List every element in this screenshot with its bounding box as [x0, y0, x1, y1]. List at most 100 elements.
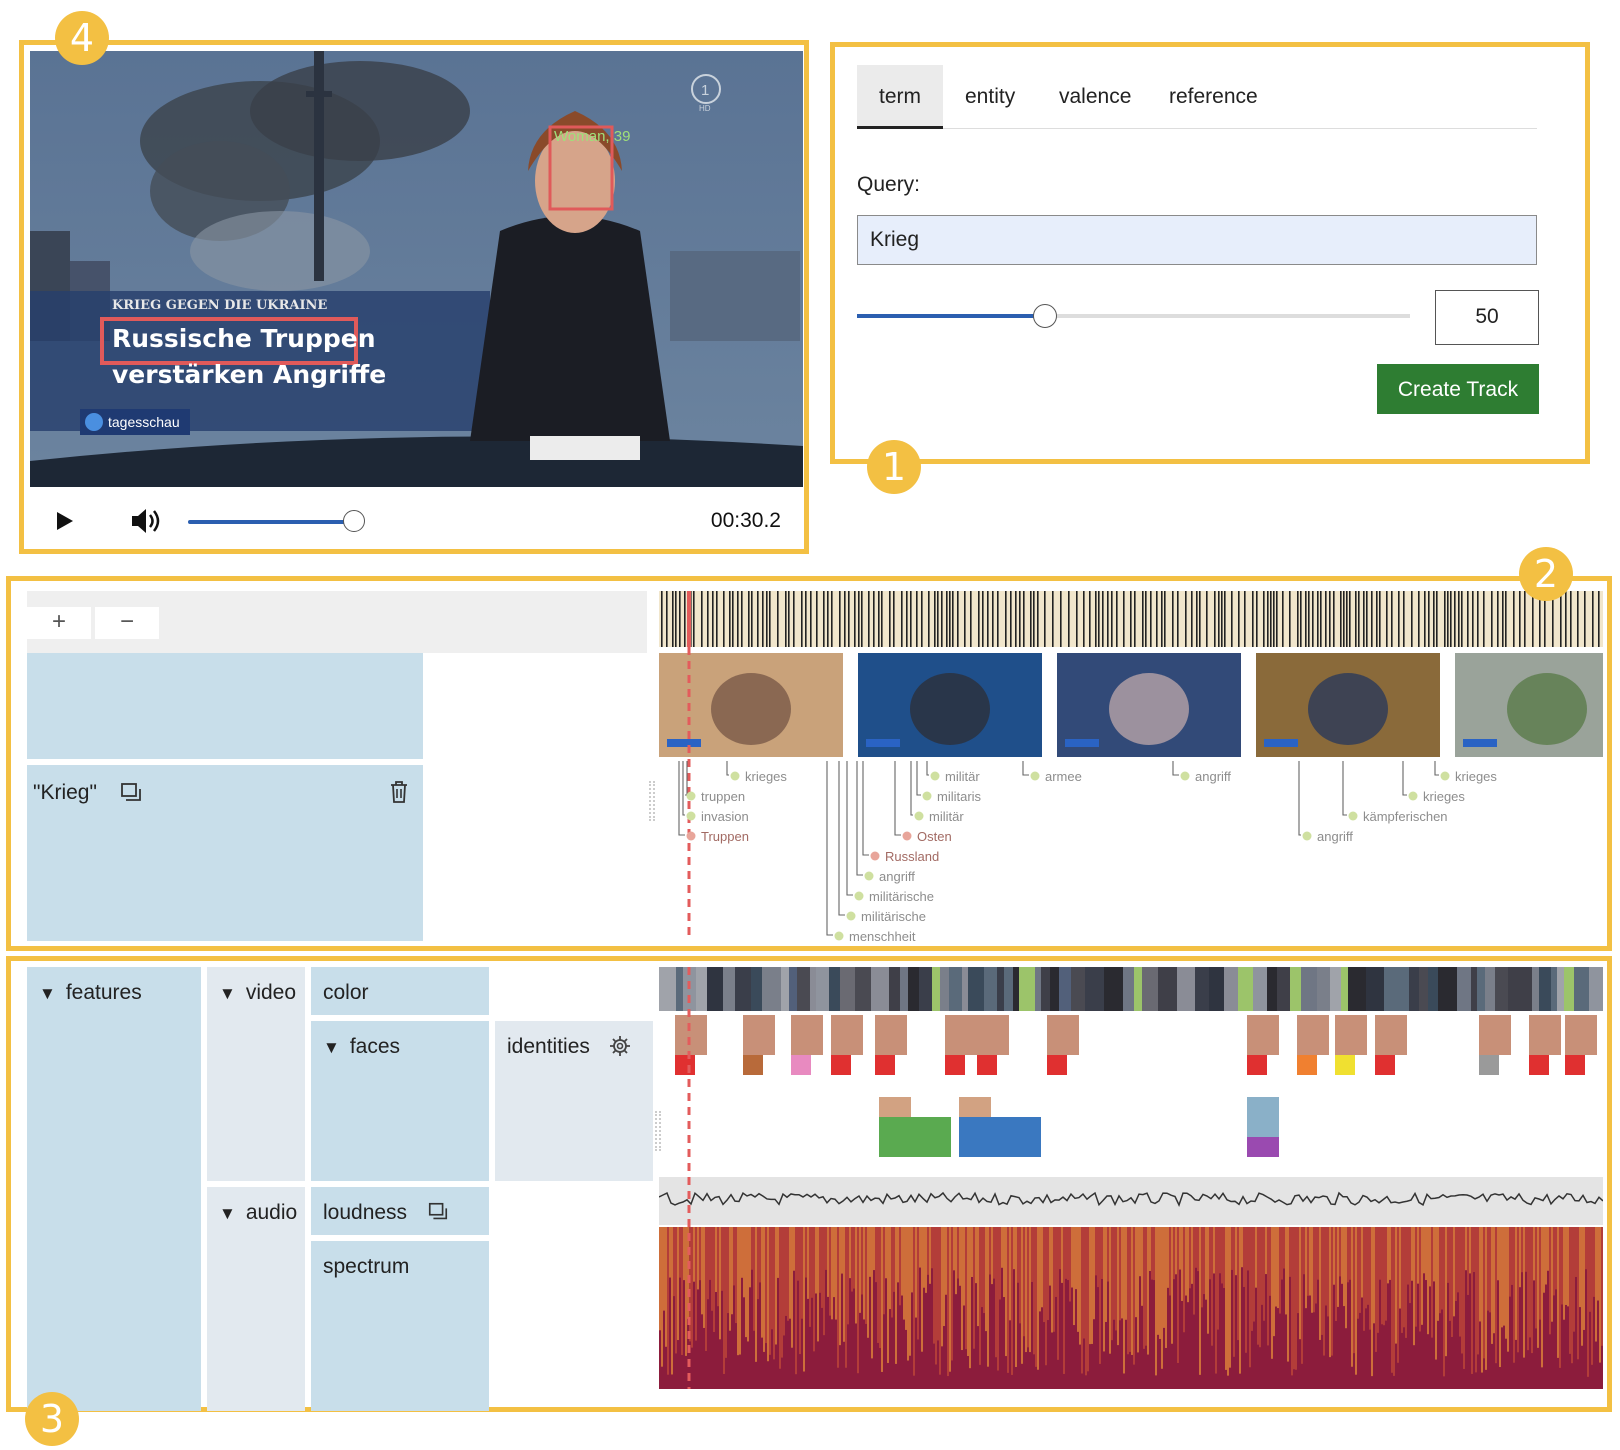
shot-boundary — [901, 591, 903, 647]
spectrum-column — [857, 1227, 859, 1374]
copy-icon[interactable] — [119, 781, 143, 805]
tab-entity[interactable]: entity — [943, 65, 1037, 129]
color-stripe — [1085, 967, 1105, 1011]
shot-boundary — [1224, 591, 1226, 647]
zoom-out-button[interactable]: − — [95, 607, 159, 639]
spectrum-column — [1355, 1227, 1357, 1375]
spectrum-column — [1439, 1227, 1441, 1314]
shot-boundary — [1068, 591, 1070, 647]
spectrum-column — [1011, 1227, 1013, 1375]
video-frame[interactable]: Woman, 39 KRIEG GEGEN DIE UKRAINE Russis… — [30, 51, 803, 487]
spectrum-column — [1209, 1227, 1211, 1280]
spectrum-column — [1205, 1227, 1207, 1300]
spectrum-column — [967, 1227, 969, 1356]
timeline-tracks[interactable]: kriegestruppeninvasionTruppenmilitärmili… — [659, 591, 1603, 941]
shot-boundary — [1130, 591, 1132, 647]
trash-icon[interactable] — [387, 779, 411, 805]
spectrum-column — [1321, 1227, 1323, 1335]
term-dot — [922, 791, 932, 801]
seek-bar-progress[interactable] — [188, 520, 350, 524]
spectrum-column — [1431, 1227, 1433, 1338]
volume-icon[interactable] — [128, 505, 164, 537]
shot-boundary — [1584, 591, 1586, 647]
spectrum-column — [1055, 1227, 1057, 1297]
spectrum-column — [1485, 1227, 1487, 1370]
term-connector — [926, 761, 929, 776]
spectrum-column — [1519, 1227, 1521, 1288]
term-connector — [1172, 761, 1179, 776]
gear-icon[interactable] — [609, 1035, 631, 1057]
seek-bar-knob[interactable] — [343, 510, 365, 532]
spectrum-column — [735, 1227, 737, 1324]
shot-boundary — [1325, 591, 1327, 647]
play-icon[interactable] — [50, 507, 78, 535]
color-track-header[interactable]: color — [311, 967, 489, 1015]
triangle-down-icon[interactable]: ▼ — [219, 984, 236, 1003]
query-input[interactable] — [857, 215, 1537, 265]
tab-valence[interactable]: valence — [1037, 65, 1153, 129]
spectrum-column — [663, 1227, 665, 1311]
triangle-down-icon[interactable]: ▼ — [219, 1204, 236, 1223]
spectrum-column — [1401, 1227, 1403, 1333]
audio-group[interactable]: ▼ audio — [207, 1187, 305, 1411]
threshold-slider-knob[interactable] — [1033, 304, 1057, 328]
spectrum-column — [1563, 1227, 1565, 1320]
spectrum-column — [1171, 1227, 1173, 1344]
triangle-down-icon[interactable]: ▼ — [39, 984, 56, 1003]
term-dot — [930, 771, 940, 781]
shot-boundary — [777, 591, 779, 647]
copy-icon[interactable] — [427, 1201, 449, 1223]
tab-term[interactable]: term — [857, 65, 943, 129]
spectrum-column — [1135, 1227, 1137, 1318]
shot-boundary — [1052, 591, 1054, 647]
spectrum-column — [877, 1227, 879, 1343]
shot-boundary — [1256, 591, 1258, 647]
spectrum-column — [669, 1227, 671, 1278]
threshold-value-field[interactable]: 50 — [1435, 290, 1539, 345]
spectrum-column — [1267, 1227, 1269, 1346]
shot-boundary — [1454, 591, 1456, 647]
term-label: militärische — [869, 889, 934, 904]
video-group[interactable]: ▼ video — [207, 967, 305, 1181]
spectrum-column — [1037, 1227, 1039, 1370]
shot-boundary — [1019, 591, 1021, 647]
shot-boundary — [1145, 591, 1147, 647]
spectrum-column — [1505, 1227, 1507, 1339]
shot-boundary — [893, 591, 895, 647]
spectrum-column — [709, 1227, 711, 1280]
spectrum-column — [1085, 1227, 1087, 1376]
shot-boundary — [949, 591, 951, 647]
faces-group[interactable]: ▼ faces — [311, 1021, 489, 1181]
spectrum-column — [1109, 1227, 1111, 1354]
identity-bar — [977, 1055, 997, 1075]
resize-handle[interactable] — [649, 781, 655, 821]
spectrum-column — [1137, 1227, 1139, 1353]
spectrum-column — [751, 1227, 753, 1270]
shot-boundary — [906, 591, 908, 647]
spectrum-column — [1407, 1227, 1409, 1285]
spectrum-column — [1409, 1227, 1411, 1304]
spectrum-column — [1315, 1227, 1317, 1304]
loudness-track-header[interactable]: loudness — [311, 1187, 489, 1235]
triangle-down-icon[interactable]: ▼ — [323, 1038, 340, 1057]
spectrum-column — [785, 1227, 787, 1316]
create-track-button[interactable]: Create Track — [1377, 364, 1539, 414]
spectrum-column — [1103, 1227, 1105, 1352]
spectrum-column — [789, 1227, 791, 1319]
spectrum-column — [1069, 1227, 1071, 1302]
tab-reference[interactable]: reference — [1147, 65, 1280, 129]
spectrum-track-header[interactable]: spectrum — [311, 1241, 489, 1411]
shot-boundary — [1142, 591, 1144, 647]
features-group[interactable]: ▼ features — [27, 967, 201, 1411]
spectrum-column — [1175, 1227, 1177, 1275]
spectrum-column — [1159, 1227, 1161, 1339]
shot-boundary — [1497, 591, 1499, 647]
spectrum-column — [749, 1227, 751, 1288]
feature-tracks[interactable] — [659, 967, 1603, 1411]
face-thumbnail — [675, 1015, 707, 1055]
spectrum-column — [847, 1227, 849, 1325]
identities-track-header[interactable]: identities — [495, 1021, 653, 1181]
term-label: kämpferischen — [1363, 809, 1448, 824]
spectrum-column — [721, 1227, 723, 1291]
zoom-in-button[interactable]: + — [27, 607, 91, 639]
